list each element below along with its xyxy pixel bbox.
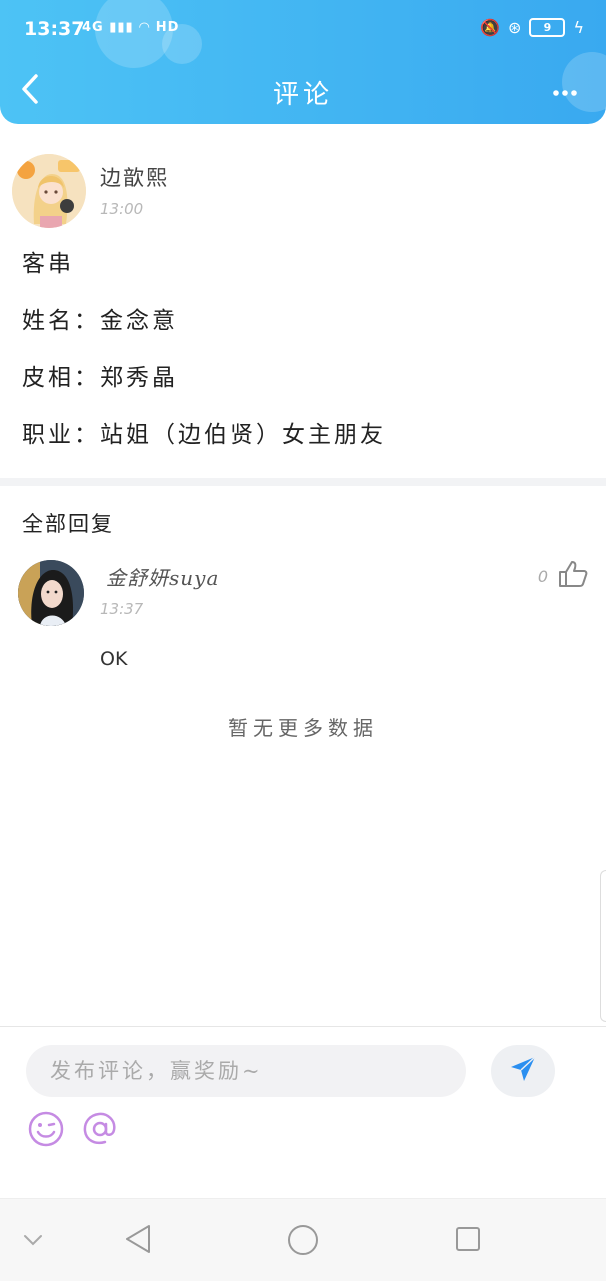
- reply-time: 13:37: [100, 600, 144, 618]
- no-more-data: 暂无更多数据: [228, 716, 378, 740]
- replies-heading: 全部回复: [22, 512, 114, 536]
- nav-home-icon[interactable]: [284, 1221, 322, 1259]
- charging-icon: ϟ: [573, 18, 584, 37]
- emoji-icon[interactable]: [26, 1109, 66, 1149]
- battery-indicator: 9: [529, 18, 566, 37]
- send-icon: [509, 1055, 537, 1087]
- app-header: 13:37 4G ▮▮▮ ◠ HD 🔕 ⊛ 9 ϟ 评论: [0, 0, 606, 124]
- system-nav-bar: [0, 1198, 606, 1281]
- like-count: 0: [537, 566, 548, 586]
- wifi-icon: ◠: [139, 20, 151, 35]
- status-time: 13:37: [24, 18, 85, 40]
- post-line: 姓名：金念意: [22, 308, 178, 334]
- hd-label: HD: [155, 20, 180, 35]
- post-line: 皮相：郑秀晶: [22, 365, 178, 391]
- comment-input[interactable]: [26, 1045, 466, 1097]
- status-right: 🔕 ⊛ 9 ϟ: [480, 18, 584, 37]
- network-indicator: 4G ▮▮▮ ◠ HD: [82, 20, 179, 35]
- page-title: 评论: [272, 80, 333, 110]
- reply-text: OK: [100, 648, 128, 670]
- main-post: 边歆熙 13:00 客串 姓名：金念意 皮相：郑秀晶 职业：站姐（边伯贤）女主朋…: [0, 124, 606, 478]
- at-icon[interactable]: [80, 1109, 120, 1149]
- more-icon[interactable]: [552, 88, 578, 97]
- nav-back-icon[interactable]: [120, 1221, 156, 1257]
- author-avatar[interactable]: [12, 154, 86, 228]
- post-time: 13:00: [100, 200, 144, 218]
- status-bar: 13:37 4G ▮▮▮ ◠ HD 🔕 ⊛ 9 ϟ: [0, 14, 606, 48]
- comment-composer: [0, 1026, 606, 1199]
- sync-icon: ⊛: [508, 18, 522, 37]
- network-label: 4G: [82, 20, 104, 35]
- send-button[interactable]: [491, 1045, 555, 1097]
- section-divider: [0, 478, 606, 486]
- side-handle[interactable]: [600, 870, 606, 1022]
- nav-recents-icon[interactable]: [452, 1223, 484, 1255]
- mute-icon: 🔕: [480, 18, 501, 37]
- nav-down-icon[interactable]: [20, 1227, 46, 1253]
- reply-avatar[interactable]: [18, 560, 84, 626]
- post-line: 客串: [22, 251, 74, 277]
- reply-author[interactable]: 金舒妍suya: [106, 562, 219, 591]
- post-line: 职业：站姐（边伯贤）女主朋友: [22, 422, 386, 448]
- like-control[interactable]: 0: [538, 560, 588, 592]
- signal-icon: ▮▮▮: [109, 20, 134, 35]
- author-name[interactable]: 边歆熙: [100, 162, 169, 192]
- like-icon[interactable]: [558, 560, 588, 592]
